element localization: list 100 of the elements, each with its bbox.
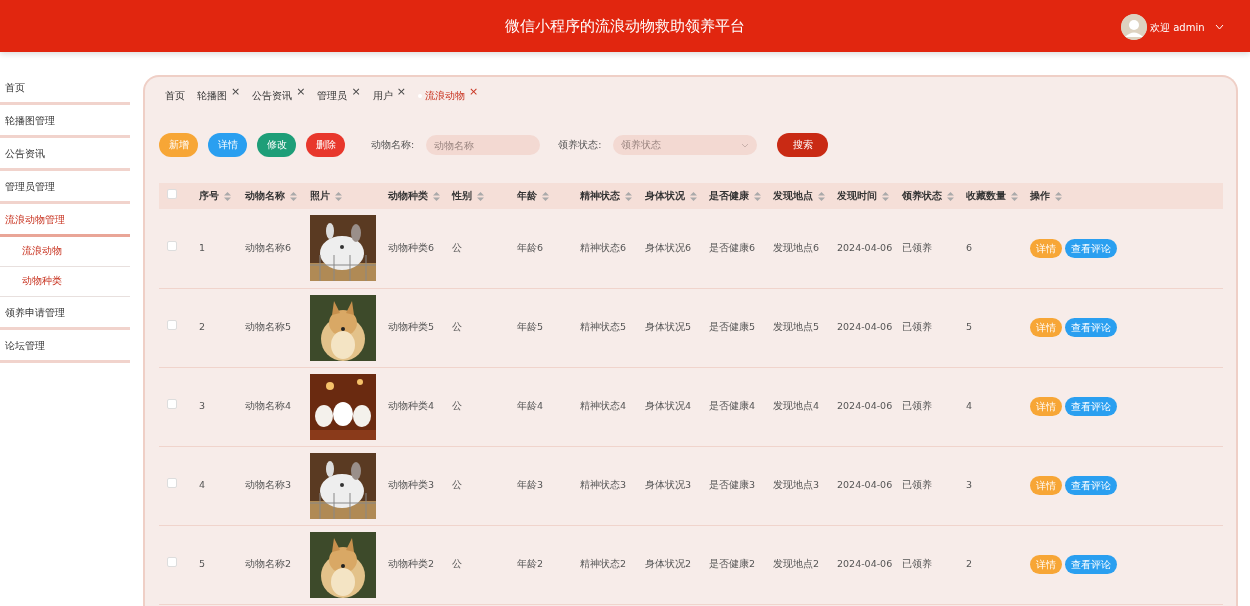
table-cell: 5 — [966, 321, 973, 333]
table-cell: 身体状况3 — [645, 479, 692, 491]
comments-button[interactable]: 查看评论 — [1065, 397, 1117, 416]
table-cell: 2 — [199, 321, 206, 333]
column-header: 操作 — [1030, 189, 1050, 201]
table-cell: 动物名称5 — [245, 321, 292, 333]
table-cell: 已领养 — [902, 479, 932, 491]
search-button[interactable]: 搜索 — [777, 133, 829, 157]
table-cell: 动物种类3 — [388, 479, 435, 491]
column-header: 发现时间 — [837, 189, 877, 201]
sort-icon[interactable] — [477, 191, 484, 201]
sort-icon[interactable] — [335, 191, 342, 201]
text-field[interactable]: 动物名称 — [426, 135, 541, 155]
table-cell: 4 — [199, 479, 206, 491]
column-header: 发现地点 — [773, 189, 813, 201]
checkbox[interactable] — [167, 241, 177, 252]
table-cell: 精神状态5 — [580, 321, 627, 333]
filter-label: 动物名称: — [371, 137, 415, 152]
welcome-text: 欢迎 admin — [1150, 20, 1205, 35]
column-header: 是否健康 — [709, 189, 749, 201]
table-cell: 2024-04-06 — [837, 321, 893, 333]
table-cell: 2024-04-06 — [837, 242, 893, 254]
close-button[interactable]: × — [396, 84, 406, 98]
table-cell: 发现地点5 — [773, 321, 820, 333]
table-cell: 动物种类5 — [388, 321, 435, 333]
close-button[interactable]: × — [468, 84, 479, 98]
table-cell: 6 — [966, 242, 973, 254]
table-cell: 是否健康4 — [709, 400, 756, 412]
table-cell: 年龄3 — [517, 479, 544, 491]
column-header: 性别 — [452, 189, 472, 201]
sort-icon[interactable] — [542, 191, 549, 201]
avatar-icon[interactable] — [1121, 14, 1148, 40]
breadcrumb-tab[interactable]: 首页 — [159, 88, 191, 104]
close-button[interactable]: × — [351, 84, 361, 98]
table-cell: 身体状况4 — [645, 400, 692, 412]
sort-icon[interactable] — [625, 191, 632, 201]
table-cell: 3 — [199, 400, 206, 412]
table-cell: 2 — [966, 558, 973, 570]
filter-label: 领养状态: — [558, 137, 602, 152]
sidebar-item[interactable]: 领养申请管理 — [0, 297, 130, 330]
checkbox[interactable] — [167, 399, 177, 410]
table-cell: 是否健康5 — [709, 321, 756, 333]
checkbox[interactable] — [167, 557, 177, 568]
sidebar-item[interactable]: 轮播图管理 — [0, 105, 130, 138]
table-cell: 是否健康3 — [709, 479, 756, 491]
checkbox[interactable] — [167, 320, 177, 331]
table-cell: 2024-04-06 — [837, 558, 893, 570]
breadcrumb-tab[interactable]: 用户 × — [366, 87, 412, 105]
table-cell: 动物种类6 — [388, 242, 435, 254]
column-header: 年龄 — [517, 189, 537, 201]
sort-icon[interactable] — [947, 191, 954, 201]
sort-icon[interactable] — [1011, 191, 1018, 201]
sort-icon[interactable] — [433, 191, 440, 201]
sort-icon[interactable] — [754, 191, 761, 201]
close-button[interactable]: × — [231, 84, 241, 98]
checkbox[interactable] — [167, 188, 177, 199]
sidebar-subitem[interactable]: 流浪动物 — [0, 237, 130, 267]
column-header: 精神状态 — [580, 189, 620, 201]
sort-icon[interactable] — [290, 191, 297, 201]
sort-icon[interactable] — [224, 191, 231, 201]
breadcrumb-tab[interactable]: 公告资讯 × — [246, 87, 312, 105]
close-button[interactable]: × — [296, 84, 306, 98]
sidebar-item[interactable]: 流浪动物管理 — [0, 204, 130, 237]
table-cell: 年龄2 — [517, 558, 544, 570]
table-cell: 公 — [452, 400, 462, 412]
table-cell: 1 — [199, 242, 206, 254]
sidebar-item[interactable]: 首页 — [0, 72, 130, 105]
action-button[interactable]: 详情 — [208, 133, 247, 157]
table-cell: 已领养 — [902, 558, 932, 570]
sort-icon[interactable] — [1055, 191, 1062, 201]
checkbox[interactable] — [167, 478, 177, 489]
sidebar-item[interactable]: 公告资讯 — [0, 138, 130, 171]
sort-icon[interactable] — [690, 191, 697, 201]
sort-icon[interactable] — [818, 191, 825, 201]
table-cell: 5 — [199, 558, 206, 570]
sidebar-subitem[interactable]: 动物种类 — [0, 267, 130, 297]
table-cell: 精神状态2 — [580, 558, 627, 570]
action-button[interactable]: 删除 — [306, 133, 345, 157]
breadcrumb-tab[interactable]: 流浪动物 × — [411, 87, 485, 105]
breadcrumb-tab[interactable]: 管理员 × — [311, 87, 367, 105]
action-button[interactable]: 修改 — [257, 133, 296, 157]
table-cell: 是否健康2 — [709, 558, 756, 570]
sidebar-item[interactable]: 管理员管理 — [0, 171, 130, 204]
table-cell: 已领养 — [902, 321, 932, 333]
table-cell: 动物名称4 — [245, 400, 292, 412]
comments-button[interactable]: 查看评论 — [1065, 476, 1117, 495]
column-header: 动物种类 — [388, 189, 428, 201]
sidebar-item[interactable]: 论坛管理 — [0, 330, 130, 363]
breadcrumb-tab[interactable]: 轮播图 × — [191, 87, 247, 105]
comments-button[interactable]: 查看评论 — [1065, 555, 1117, 574]
table-cell: 动物种类2 — [388, 558, 435, 570]
table-cell: 精神状态6 — [580, 242, 627, 254]
sort-icon[interactable] — [882, 191, 889, 201]
column-header: 照片 — [310, 189, 330, 201]
column-header: 序号 — [199, 189, 219, 201]
app-title: 微信小程序的流浪动物救助领养平台 — [505, 15, 745, 37]
comments-button[interactable]: 查看评论 — [1065, 318, 1117, 337]
table-cell: 动物名称2 — [245, 558, 292, 570]
comments-button[interactable]: 查看评论 — [1065, 238, 1117, 258]
table-cell: 公 — [452, 242, 462, 254]
